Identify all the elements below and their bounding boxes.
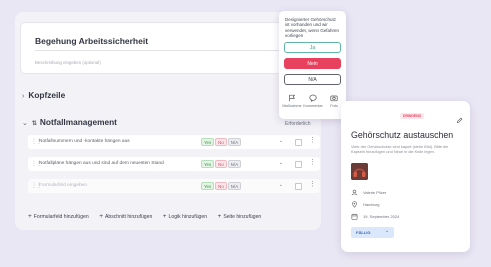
plus-icon: + bbox=[217, 213, 222, 220]
add-section-button[interactable]: + Abschnitt hinzufügen bbox=[99, 213, 152, 220]
answer-chip-no: No bbox=[215, 160, 227, 168]
description-input[interactable]: Beschreibung eingeben (optional) bbox=[35, 60, 101, 65]
edit-pencil-icon[interactable] bbox=[456, 111, 463, 129]
title-divider bbox=[35, 50, 293, 51]
task-photo-thumbnail[interactable] bbox=[351, 163, 368, 180]
answer-chip-yes: Yes bbox=[201, 182, 215, 190]
plus-icon: + bbox=[99, 213, 103, 220]
add-page-button[interactable]: + Seite hinzufügen bbox=[218, 213, 262, 220]
chevron-down-icon[interactable]: ⌄ bbox=[279, 138, 283, 144]
answer-chip-na: N/A bbox=[227, 182, 242, 190]
form-toolbar: + Formularfeld hinzufügen + Abschnitt hinz… bbox=[28, 205, 267, 220]
answer-chip-no: No bbox=[215, 138, 227, 146]
answer-chip-na: N/A bbox=[227, 138, 242, 146]
section-header-notfallmanagement[interactable]: ⌄ ⇅ Notfallmanagement bbox=[22, 117, 117, 127]
task-description: Viele der Gehörschutze sind kaputt (sieh… bbox=[351, 144, 449, 154]
comment-icon bbox=[309, 94, 317, 102]
question-text[interactable]: Notfallpläne hängen aus und sind auf dem… bbox=[39, 161, 164, 166]
form-title[interactable]: Begehung Arbeitssicherheit bbox=[35, 36, 148, 46]
answer-type-select[interactable]: Yes No N/A ⌄ bbox=[201, 182, 285, 191]
more-options-icon[interactable]: ⋮ bbox=[309, 137, 316, 145]
required-column-label: Erforderlich bbox=[285, 121, 311, 127]
answer-chip-na: N/A bbox=[227, 160, 242, 168]
add-logic-label: Logik hinzufügen bbox=[168, 214, 208, 220]
answer-no-button[interactable]: Nein bbox=[284, 58, 341, 69]
popup-question-text: Designierter Gehörschutz ist vorhanden u… bbox=[285, 17, 340, 39]
report-action-button[interactable]: Maßnahme bbox=[282, 94, 302, 108]
popup-actions: Maßnahme Kommentar Foto bbox=[282, 94, 343, 114]
answer-chip-yes: Yes bbox=[201, 160, 215, 168]
task-title: Gehörschutz austauschen bbox=[351, 130, 454, 140]
status-dropdown[interactable]: FÄLLIG ⌄ bbox=[351, 227, 394, 238]
plus-icon: + bbox=[28, 213, 32, 220]
comment-action-button[interactable]: Kommentar bbox=[303, 94, 323, 108]
question-row[interactable]: ⋮⋮ Formularfeld eingeben Yes No N/A ⌄ ⋮ bbox=[28, 179, 320, 193]
location-text: Hamburg bbox=[363, 202, 380, 207]
chevron-down-icon[interactable]: ⌄ bbox=[22, 120, 28, 127]
required-checkbox[interactable] bbox=[295, 161, 302, 168]
required-checkbox[interactable] bbox=[295, 139, 302, 146]
answer-popup-card: Designierter Gehörschutz ist vorhanden u… bbox=[279, 11, 346, 119]
chevron-down-icon: ⌄ bbox=[384, 228, 389, 234]
more-options-icon[interactable]: ⋮ bbox=[309, 181, 316, 189]
answer-yes-button[interactable]: Ja bbox=[284, 42, 341, 53]
due-date-text: 19. September 2024 bbox=[363, 214, 400, 219]
add-field-label: Formularfeld hinzufügen bbox=[33, 214, 89, 220]
form-title-card: Begehung Arbeitssicherheit Beschreibung … bbox=[20, 22, 304, 74]
add-field-button[interactable]: + Formularfeld hinzufügen bbox=[28, 213, 89, 220]
answer-type-select[interactable]: Yes No N/A ⌄ bbox=[201, 160, 285, 169]
status-label: FÄLLIG bbox=[356, 230, 371, 235]
more-options-icon[interactable]: ⋮ bbox=[309, 159, 316, 167]
collapse-icon[interactable]: ⇅ bbox=[32, 121, 37, 127]
location-pin-icon bbox=[352, 201, 357, 208]
answer-type-select[interactable]: Yes No N/A ⌄ bbox=[201, 138, 285, 147]
section-title: Notfallmanagement bbox=[39, 117, 117, 127]
report-action-label: Maßnahme bbox=[282, 104, 302, 108]
question-row[interactable]: ⋮⋮ Notfallnummern und -kontakte hängen a… bbox=[28, 135, 320, 149]
add-section-label: Abschnitt hinzufügen bbox=[104, 214, 153, 220]
answer-na-button[interactable]: N/A bbox=[284, 74, 341, 85]
chevron-down-icon[interactable]: ⌄ bbox=[279, 182, 283, 188]
assignee-name: Valerie Pilzer bbox=[363, 190, 387, 195]
camera-icon bbox=[330, 95, 338, 102]
flag-icon bbox=[289, 94, 296, 102]
question-input[interactable]: Formularfeld eingeben bbox=[39, 183, 87, 188]
calendar-icon bbox=[351, 213, 358, 220]
comment-action-label: Kommentar bbox=[303, 104, 323, 108]
answer-chip-yes: Yes bbox=[201, 138, 215, 146]
add-logic-button[interactable]: + Logik hinzufügen bbox=[163, 213, 207, 220]
task-card: DRINGEND Gehörschutz austauschen Viele d… bbox=[341, 101, 470, 252]
required-checkbox[interactable] bbox=[295, 183, 302, 190]
user-icon bbox=[351, 189, 358, 196]
plus-icon: + bbox=[162, 213, 167, 220]
section-title: Kopfzeile bbox=[28, 90, 66, 100]
priority-badge: DRINGEND bbox=[400, 113, 425, 119]
chevron-down-icon[interactable]: ⌄ bbox=[279, 160, 283, 166]
add-page-label: Seite hinzufügen bbox=[223, 214, 262, 220]
section-header-kopfzeile[interactable]: › Kopfzeile bbox=[22, 90, 65, 100]
chevron-right-icon[interactable]: › bbox=[22, 93, 24, 100]
question-row[interactable]: ⋮⋮ Notfallpläne hängen aus und sind auf … bbox=[28, 157, 320, 171]
question-text[interactable]: Notfallnummern und -kontakte hängen aus bbox=[39, 139, 130, 144]
answer-chip-no: No bbox=[215, 182, 227, 190]
